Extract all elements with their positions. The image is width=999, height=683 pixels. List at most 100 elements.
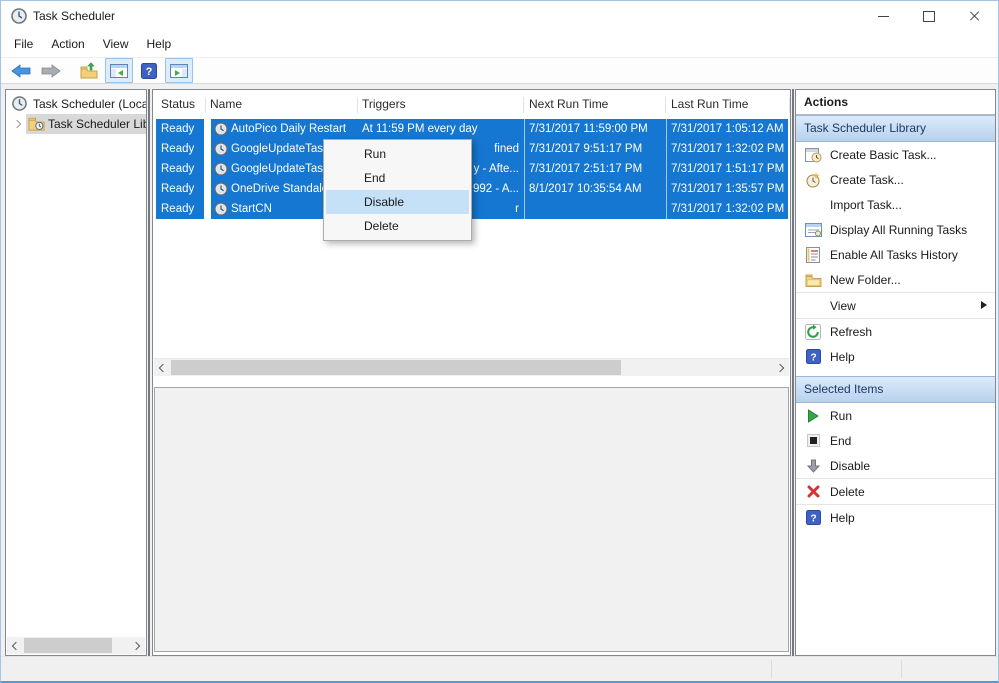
column-header-triggers[interactable]: Triggers <box>362 90 406 119</box>
column-divider <box>523 97 524 113</box>
action-item-label: New Folder... <box>830 273 901 287</box>
action-item-view[interactable]: View <box>796 292 995 318</box>
column-separator <box>666 139 667 159</box>
task-next-run-time <box>529 199 662 219</box>
panel-splitter[interactable] <box>148 89 150 656</box>
context-menu-item-delete[interactable]: Delete <box>326 214 469 238</box>
panel-splitter[interactable] <box>792 89 794 656</box>
help-button[interactable]: ? <box>135 58 163 83</box>
task-clock-icon <box>214 182 228 199</box>
scrollbar-thumb[interactable] <box>24 638 112 653</box>
tree-item-task-scheduler-local[interactable]: Task Scheduler (Local) <box>6 94 146 114</box>
action-item-create-basic-task[interactable]: Create Basic Task... <box>796 142 995 167</box>
task-last-run-time: 7/31/2017 1:51:17 PM <box>671 159 788 179</box>
action-pane-toggle-button[interactable] <box>165 58 193 83</box>
close-icon <box>969 10 981 22</box>
action-item-label: Enable All Tasks History <box>830 248 958 262</box>
column-separator <box>666 179 667 199</box>
scroll-right-button[interactable] <box>773 359 789 376</box>
action-item-delete[interactable]: Delete <box>796 478 995 504</box>
create-task-icon <box>803 172 823 188</box>
console-tree-panel: Task Scheduler (Local) Task Scheduler Li… <box>5 89 147 656</box>
task-last-run-time: 7/31/2017 1:32:02 PM <box>671 199 788 219</box>
scroll-left-button[interactable] <box>154 359 170 376</box>
scroll-right-button[interactable] <box>129 637 145 654</box>
action-item-import-task[interactable]: Import Task... <box>796 192 995 217</box>
context-menu-item-disable[interactable]: Disable <box>326 190 469 214</box>
scroll-left-button[interactable] <box>7 637 23 654</box>
forward-button[interactable] <box>37 58 65 83</box>
action-item-refresh[interactable]: Refresh <box>796 318 995 344</box>
task-status: Ready <box>161 159 203 179</box>
task-last-run-time: 7/31/2017 1:05:12 AM <box>671 119 788 139</box>
task-status: Ready <box>161 119 203 139</box>
task-row[interactable]: ReadyGoogleUpdateTaskMachineUAy - Afte..… <box>153 159 791 179</box>
chevron-left-icon <box>12 641 20 649</box>
task-trigger: At 11:59 PM every day <box>362 119 521 139</box>
task-row[interactable]: ReadyStartCNr7/31/2017 1:32:02 PM <box>153 199 791 219</box>
action-item-label: Run <box>830 409 852 423</box>
context-menu-item-end[interactable]: End <box>326 166 469 190</box>
bottom-bar-divider <box>771 660 772 678</box>
actions-panel-title: Actions <box>796 90 995 115</box>
column-header-next-run-time[interactable]: Next Run Time <box>529 90 608 119</box>
action-item-help[interactable]: ?Help <box>796 504 995 530</box>
chevron-left-icon <box>159 363 167 371</box>
action-item-run[interactable]: Run <box>796 403 995 428</box>
task-row[interactable]: ReadyGoogleUpdateTaskMachineCorefined7/3… <box>153 139 791 159</box>
bottom-bar-divider <box>901 660 902 678</box>
svg-text:?: ? <box>810 352 816 363</box>
expand-chevron-icon[interactable] <box>13 120 21 128</box>
column-header-last-run-time[interactable]: Last Run Time <box>671 90 748 119</box>
section-header-selected-items[interactable]: Selected Items <box>796 376 995 403</box>
task-row[interactable]: ReadyOneDrive Standalone Update Task992 … <box>153 179 791 199</box>
menu-file[interactable]: File <box>5 32 42 56</box>
tree-horizontal-scrollbar[interactable] <box>7 637 145 654</box>
end-icon <box>803 434 823 447</box>
task-scheduler-clock-icon <box>11 8 27 24</box>
action-item-label: Disable <box>830 459 870 473</box>
running-tasks-icon <box>803 223 823 237</box>
console-tree-toggle-button[interactable] <box>105 58 133 83</box>
menu-action[interactable]: Action <box>42 32 93 56</box>
svg-text:?: ? <box>810 513 816 524</box>
console-tree-toggle-icon <box>110 64 128 78</box>
column-header-name[interactable]: Name <box>210 90 242 119</box>
help-small-icon: ? <box>803 349 823 364</box>
task-details-pane <box>154 387 789 652</box>
action-item-label: Import Task... <box>830 198 902 212</box>
task-last-run-time: 7/31/2017 1:32:02 PM <box>671 139 788 159</box>
context-menu-item-run[interactable]: Run <box>326 142 469 166</box>
menu-help[interactable]: Help <box>138 32 181 56</box>
scrollbar-thumb[interactable] <box>171 360 621 375</box>
action-item-help[interactable]: ?Help <box>796 344 995 369</box>
column-header-status[interactable]: Status <box>161 90 195 119</box>
toolbar: ? <box>1 57 998 84</box>
tree-item-task-scheduler-library[interactable]: Task Scheduler Library <box>6 114 146 134</box>
action-item-disable[interactable]: Disable <box>796 453 995 478</box>
action-item-enable-all-tasks-history[interactable]: Enable All Tasks History <box>796 242 995 267</box>
minimize-button[interactable] <box>860 1 906 31</box>
back-button[interactable] <box>7 58 35 83</box>
task-status: Ready <box>161 179 203 199</box>
action-item-new-folder[interactable]: New Folder... <box>796 267 995 292</box>
section-header-task-scheduler-library[interactable]: Task Scheduler Library <box>796 115 995 142</box>
action-item-create-task[interactable]: Create Task... <box>796 167 995 192</box>
list-horizontal-scrollbar[interactable] <box>154 358 789 376</box>
up-level-button[interactable] <box>75 58 103 83</box>
menu-view[interactable]: View <box>94 32 138 56</box>
maximize-button[interactable] <box>906 1 952 31</box>
tree-item-label: Task Scheduler Library <box>48 114 146 134</box>
action-item-end[interactable]: End <box>796 428 995 453</box>
close-button[interactable] <box>952 1 998 31</box>
back-icon <box>11 64 31 78</box>
maximize-icon <box>923 11 935 22</box>
action-pane-toggle-icon <box>170 64 188 78</box>
context-menu: RunEndDisableDelete <box>323 139 472 241</box>
task-library-folder-icon <box>28 116 45 134</box>
action-item-display-all-running-tasks[interactable]: Display All Running Tasks <box>796 217 995 242</box>
column-separator <box>524 159 525 179</box>
window-controls <box>860 1 998 31</box>
task-row[interactable]: ReadyAutoPico Daily RestartAt 11:59 PM e… <box>153 119 791 139</box>
task-next-run-time: 7/31/2017 2:51:17 PM <box>529 159 662 179</box>
